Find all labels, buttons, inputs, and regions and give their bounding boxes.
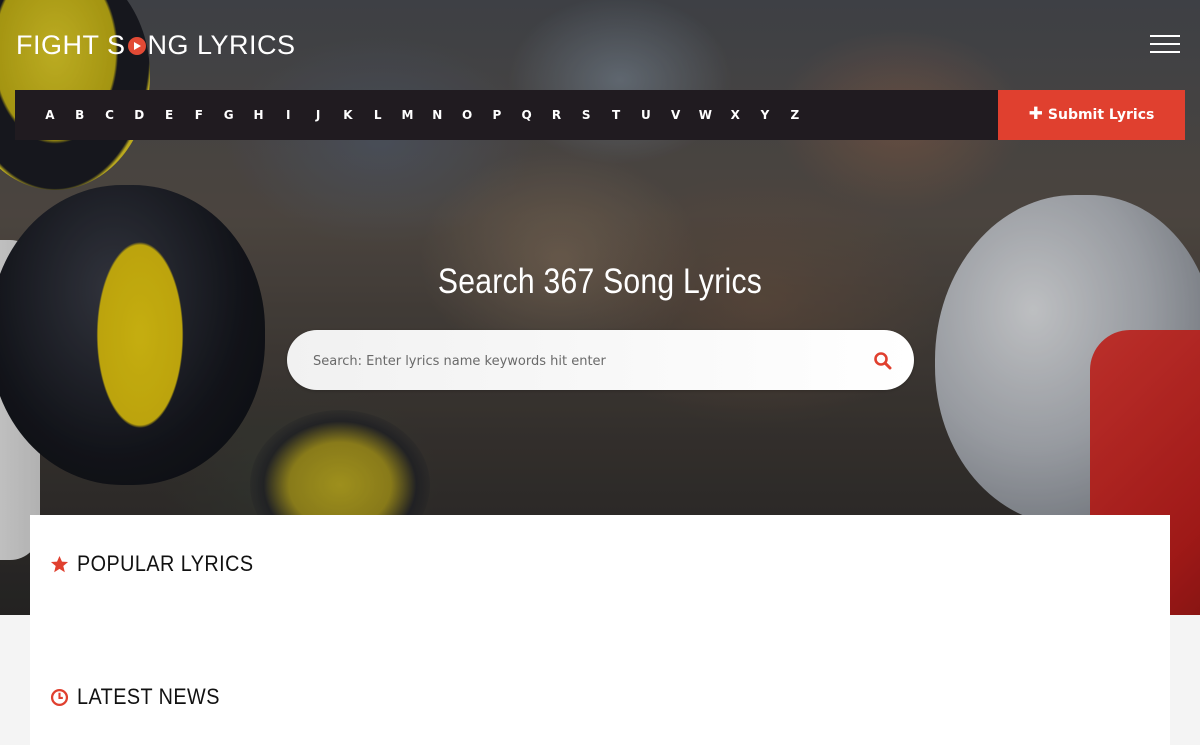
play-icon xyxy=(127,37,146,55)
submit-lyrics-label: Submit Lyrics xyxy=(1047,107,1155,123)
alphabet-link-b[interactable]: B xyxy=(65,108,95,122)
alphabet-link-v[interactable]: V xyxy=(661,108,691,122)
logo-text-right: NG LYRICS xyxy=(147,29,296,60)
latest-news-heading: LATEST NEWS xyxy=(50,684,236,710)
star-icon xyxy=(50,555,69,572)
alphabet-link-i[interactable]: I xyxy=(273,108,303,122)
alphabet-link-f[interactable]: F xyxy=(184,108,214,122)
popular-lyrics-heading: POPULAR LYRICS xyxy=(50,551,273,577)
alphabet-link-x[interactable]: X xyxy=(720,108,750,122)
submit-lyrics-button[interactable]: ✚ Submit Lyrics xyxy=(998,90,1185,140)
alphabet-nav: ABCDEFGHIJKLMNOPQRSTUVWXYZ xyxy=(15,90,998,140)
content-card: POPULAR LYRICS LATEST NEWS xyxy=(30,515,1170,745)
alphabet-link-e[interactable]: E xyxy=(154,108,184,122)
alphabet-link-j[interactable]: J xyxy=(303,108,333,122)
alphabet-link-w[interactable]: W xyxy=(691,108,721,122)
search-icon[interactable] xyxy=(873,351,893,371)
alphabet-link-q[interactable]: Q xyxy=(512,108,542,122)
alphabet-link-p[interactable]: P xyxy=(482,108,512,122)
alphabet-link-n[interactable]: N xyxy=(422,108,452,122)
clock-icon xyxy=(50,688,69,706)
alphabet-link-t[interactable]: T xyxy=(601,108,631,122)
alphabet-link-y[interactable]: Y xyxy=(750,108,780,122)
alphabet-link-c[interactable]: C xyxy=(95,108,125,122)
alphabet-link-u[interactable]: U xyxy=(631,108,661,122)
alphabet-link-r[interactable]: R xyxy=(542,108,572,122)
alphabet-link-d[interactable]: D xyxy=(124,108,154,122)
hamburger-menu-icon[interactable] xyxy=(1150,35,1180,55)
alphabet-link-l[interactable]: L xyxy=(363,108,393,122)
alphabet-link-k[interactable]: K xyxy=(333,108,363,122)
site-logo[interactable]: FIGHT S NG LYRICS xyxy=(16,28,296,62)
alphabet-link-z[interactable]: Z xyxy=(780,108,810,122)
alphabet-link-a[interactable]: A xyxy=(35,108,65,122)
alphabet-link-h[interactable]: H xyxy=(244,108,274,122)
section-title: LATEST NEWS xyxy=(77,684,220,709)
search-bar xyxy=(287,330,914,392)
search-heading: Search 367 Song Lyrics xyxy=(437,262,763,301)
alphabet-link-o[interactable]: O xyxy=(452,108,482,122)
search-input[interactable] xyxy=(311,330,855,392)
alphabet-link-g[interactable]: G xyxy=(214,108,244,122)
section-title: POPULAR LYRICS xyxy=(77,551,254,576)
plus-icon: ✚ xyxy=(1028,104,1043,124)
alphabet-link-s[interactable]: S xyxy=(571,108,601,122)
logo-text-left: FIGHT S xyxy=(16,29,126,60)
alphabet-link-m[interactable]: M xyxy=(393,108,423,122)
